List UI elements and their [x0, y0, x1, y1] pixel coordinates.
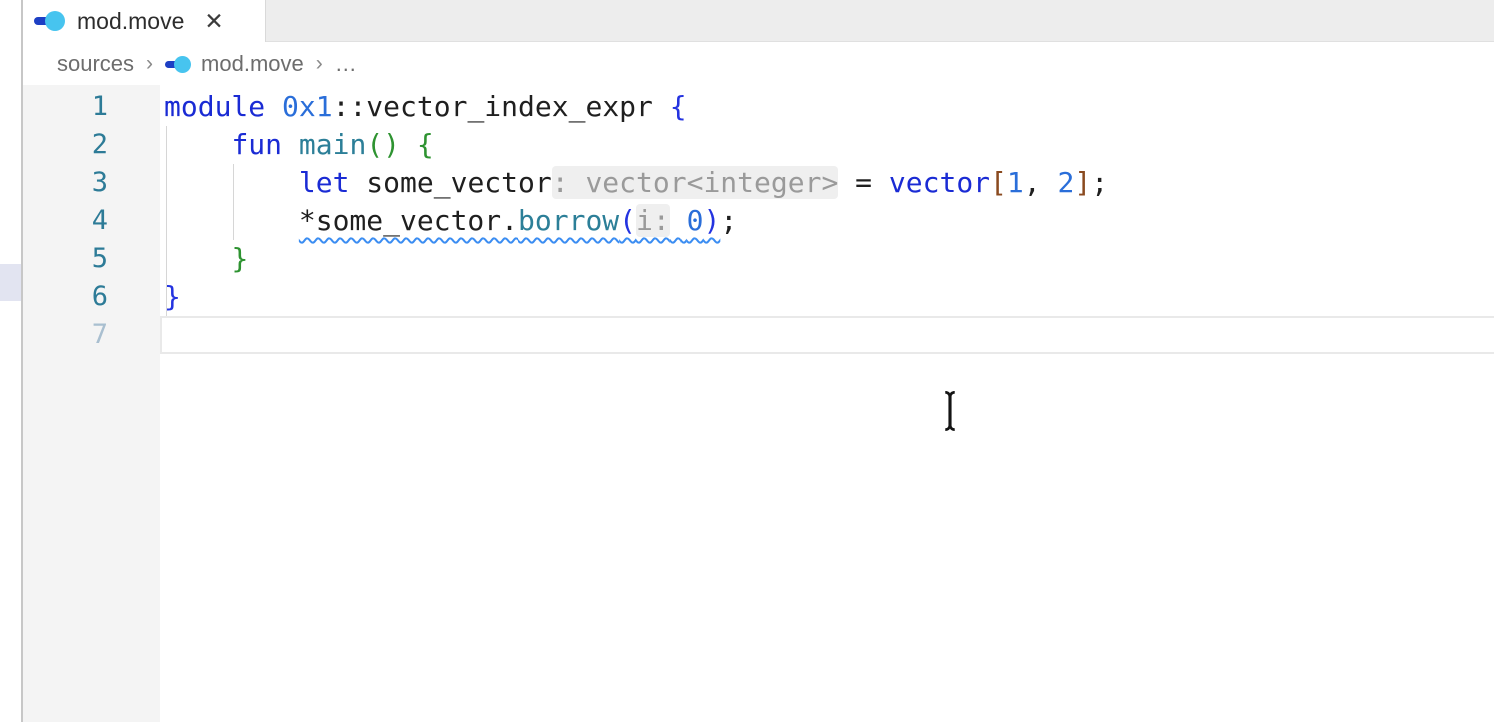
- tab-bar: mod.move ✕: [23, 0, 1494, 42]
- line-content: [160, 316, 1494, 354]
- code-token: fun: [231, 128, 298, 161]
- code-token: vector: [889, 166, 990, 199]
- code-token: ]: [1074, 166, 1091, 199]
- code-token: [670, 204, 687, 237]
- move-language-icon: [165, 54, 191, 74]
- code-line-2[interactable]: 2 fun main() {: [23, 126, 1494, 164]
- code-token: 1: [1007, 166, 1024, 199]
- line-content: fun main() {: [160, 126, 1494, 164]
- code-line-4[interactable]: 4 *some_vector.borrow(i: 0);: [23, 202, 1494, 240]
- code-token: ;: [720, 204, 737, 237]
- code-token: }: [164, 280, 181, 313]
- code-token: ): [383, 128, 400, 161]
- line-number[interactable]: 1: [23, 88, 160, 126]
- code-lines: 1module 0x1::vector_index_expr {2 fun ma…: [23, 85, 1494, 354]
- sidebar-editor-divider[interactable]: [21, 0, 23, 722]
- code-token: ,: [1024, 166, 1058, 199]
- code-token: [164, 242, 231, 275]
- code-editor[interactable]: 1module 0x1::vector_index_expr {2 fun ma…: [23, 85, 1494, 722]
- code-token: ::vector_index_expr: [333, 90, 670, 123]
- code-token: some_vector: [366, 166, 551, 199]
- sidebar-scroll-handle[interactable]: [0, 264, 21, 301]
- line-number[interactable]: 4: [23, 202, 160, 240]
- line-number[interactable]: 5: [23, 240, 160, 278]
- code-token: ;: [1091, 166, 1108, 199]
- line-content: }: [160, 240, 1494, 278]
- editor-window: mod.move ✕ sources › mod.move › … 1modul…: [0, 0, 1494, 722]
- diagnostic-squiggle: *some_vector.borrow(i: 0): [299, 204, 720, 237]
- code-token: (: [619, 204, 636, 237]
- code-token: module: [164, 90, 282, 123]
- tab-title: mod.move: [77, 8, 184, 35]
- text-cursor-pointer: [941, 390, 959, 432]
- line-number[interactable]: 3: [23, 164, 160, 202]
- code-token: borrow: [518, 204, 619, 237]
- line-content: module 0x1::vector_index_expr {: [160, 88, 1494, 126]
- line-number[interactable]: 6: [23, 278, 160, 316]
- code-token: [164, 204, 299, 237]
- code-line-6[interactable]: 6}: [23, 278, 1494, 316]
- code-token: ): [703, 204, 720, 237]
- code-token: [: [990, 166, 1007, 199]
- tab-bar-empty-area: [266, 0, 1494, 42]
- code-token: }: [231, 242, 248, 275]
- code-token: {: [670, 90, 687, 123]
- code-token: 0x1: [282, 90, 333, 123]
- line-content: *some_vector.borrow(i: 0);: [160, 202, 1494, 240]
- line-number[interactable]: 7: [23, 316, 160, 354]
- breadcrumb-item-file[interactable]: mod.move: [201, 51, 304, 77]
- code-line-7[interactable]: 7: [23, 316, 1494, 354]
- line-number[interactable]: 2: [23, 126, 160, 164]
- code-line-3[interactable]: 3 let some_vector: vector<integer> = vec…: [23, 164, 1494, 202]
- close-icon[interactable]: ✕: [204, 10, 223, 33]
- code-token: 0: [687, 204, 704, 237]
- code-token: [400, 128, 417, 161]
- line-content: }: [160, 278, 1494, 316]
- line-content: let some_vector: vector<integer> = vecto…: [160, 164, 1494, 202]
- code-token: {: [417, 128, 434, 161]
- code-token: [164, 128, 231, 161]
- chevron-right-icon: ›: [316, 52, 323, 76]
- code-token: main: [299, 128, 366, 161]
- inlay-hint: i:: [636, 204, 670, 237]
- code-token: [164, 166, 299, 199]
- breadcrumb-item-more[interactable]: …: [335, 51, 357, 77]
- code-line-1[interactable]: 1module 0x1::vector_index_expr {: [23, 88, 1494, 126]
- code-token: (: [366, 128, 383, 161]
- code-token: *some_vector.: [299, 204, 518, 237]
- tab-mod-move[interactable]: mod.move ✕: [23, 0, 266, 42]
- chevron-right-icon: ›: [146, 52, 153, 76]
- breadcrumb-item-sources[interactable]: sources: [57, 51, 134, 77]
- code-token: 2: [1057, 166, 1074, 199]
- inlay-hint: : vector<integer>: [552, 166, 839, 199]
- breadcrumb: sources › mod.move › …: [23, 42, 1494, 85]
- code-token: =: [838, 166, 889, 199]
- code-token: let: [299, 166, 366, 199]
- move-language-icon: [34, 9, 65, 33]
- code-line-5[interactable]: 5 }: [23, 240, 1494, 278]
